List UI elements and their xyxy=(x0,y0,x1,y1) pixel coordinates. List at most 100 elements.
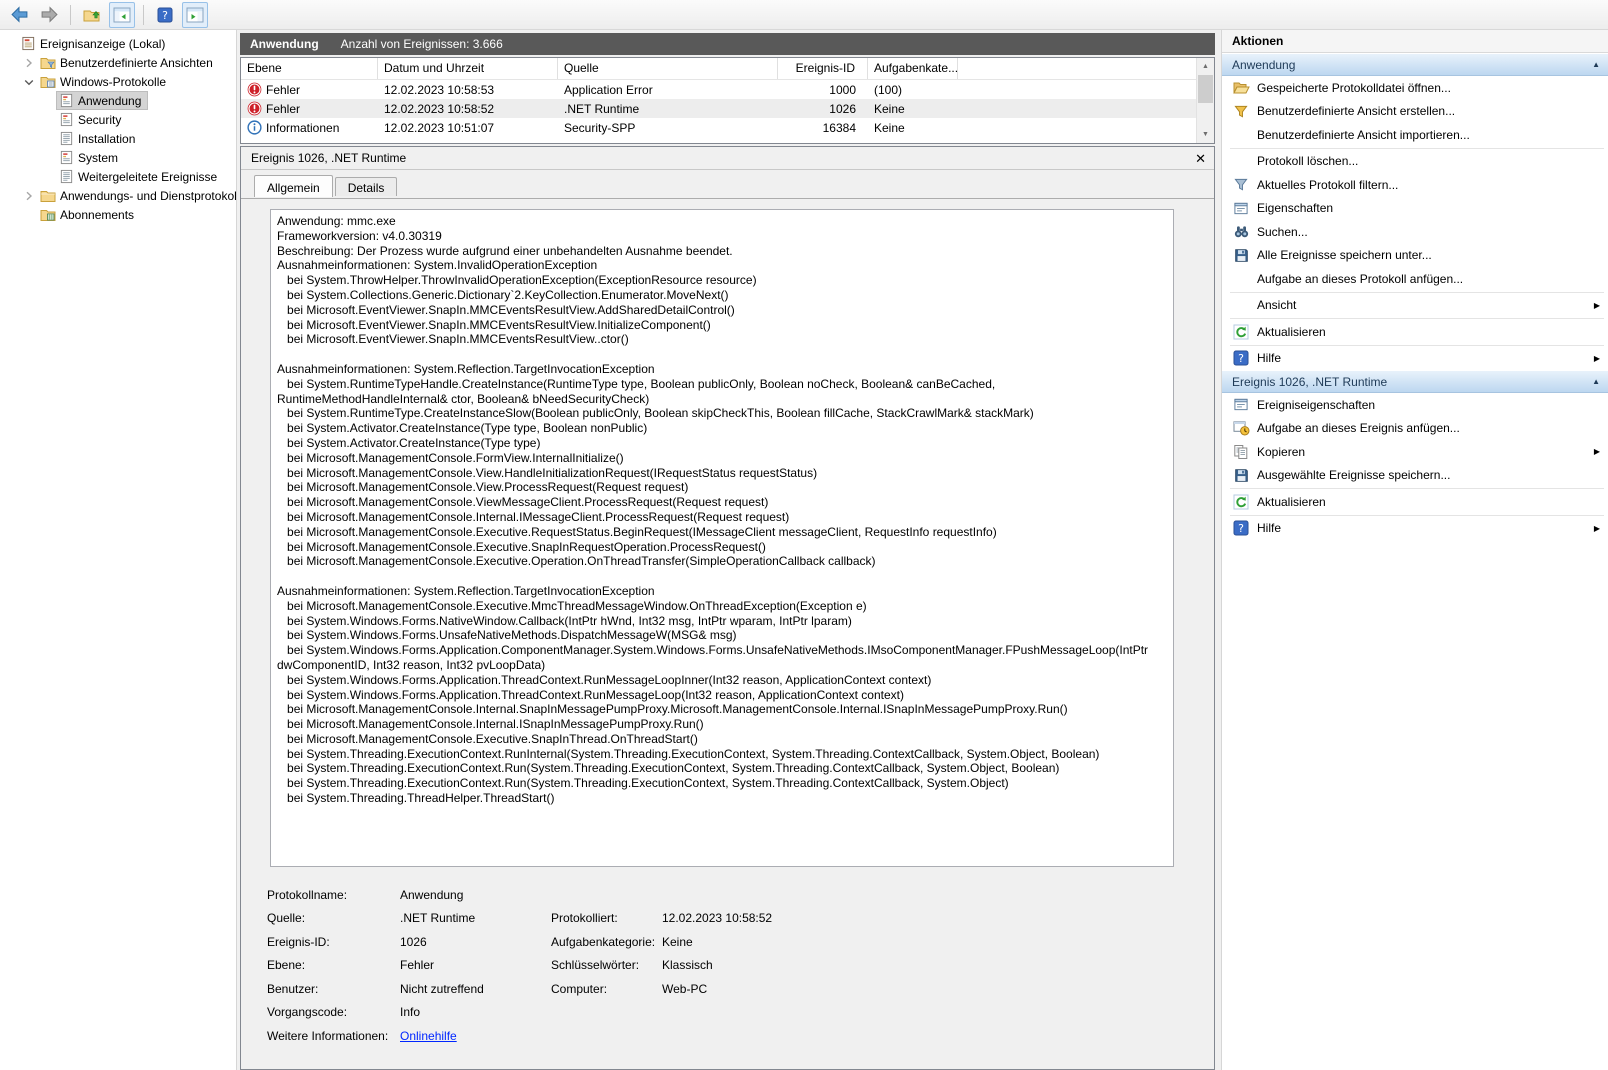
log-icon xyxy=(59,150,74,165)
action-suchen[interactable]: Suchen... xyxy=(1222,220,1608,244)
field-label: Schlüsselwörter: xyxy=(551,958,662,972)
field-label: Benutzer: xyxy=(267,982,400,996)
close-icon[interactable]: ✕ xyxy=(1195,152,1206,165)
task-icon xyxy=(1233,420,1250,436)
action-aktualisieren[interactable]: Aktualisieren xyxy=(1222,320,1608,344)
copy-icon xyxy=(1233,444,1249,460)
action-separator xyxy=(1230,488,1604,489)
actions-body: Anwendung ▲ Gespeicherte Protokolldatei … xyxy=(1222,53,1608,540)
action-benutzerdefinierte-ansicht-erstellen[interactable]: Benutzerdefinierte Ansicht erstellen... xyxy=(1222,100,1608,124)
column-header-ereignis-id[interactable]: Ereignis-ID xyxy=(778,58,868,79)
tab-details[interactable]: Details xyxy=(335,177,398,196)
action-eigenschaften[interactable]: Eigenschaften xyxy=(1222,197,1608,221)
event-preview-pane: Ereignis 1026, .NET Runtime ✕ AllgemeinD… xyxy=(240,146,1215,1070)
forward-button[interactable] xyxy=(36,2,62,28)
actions-pane: Aktionen Anwendung ▲ Gespeicherte Protok… xyxy=(1221,30,1608,1070)
save-icon xyxy=(1234,248,1249,263)
tree-item-weitergeleitete-ereignisse[interactable]: Weitergeleitete Ereignisse xyxy=(0,167,236,186)
back-button[interactable] xyxy=(6,2,32,28)
action-aktuelles-protokoll-filtern[interactable]: Aktuelles Protokoll filtern... xyxy=(1222,173,1608,197)
field-label: Protokolliert: xyxy=(551,911,662,925)
action-aufgabe-an-dieses-ereignis-anfügen[interactable]: Aufgabe an dieses Ereignis anfügen... xyxy=(1222,417,1608,441)
event-viewer-window: ? Ereignisanzeige (Lokal)Benutzerdefinie… xyxy=(0,0,1608,1070)
column-header-aufgabenkate[interactable]: Aufgabenkate... xyxy=(868,58,958,79)
field-value: Onlinehilfe xyxy=(400,1029,551,1043)
help-button[interactable]: ? xyxy=(152,2,178,28)
action-alle-ereignisse-speichern-unter[interactable]: Alle Ereignisse speichern unter... xyxy=(1222,244,1608,268)
action-ereigniseigenschaften[interactable]: Ereigniseigenschaften xyxy=(1222,393,1608,417)
action-hilfe[interactable]: ? Hilfe ▶ xyxy=(1222,347,1608,371)
tree-item-anwendung[interactable]: Anwendung xyxy=(0,91,236,110)
folder-logs-icon xyxy=(40,75,56,89)
actions-title: Aktionen xyxy=(1222,30,1608,53)
scroll-thumb[interactable] xyxy=(1198,75,1213,103)
folder-arrow-icon xyxy=(83,7,101,23)
action-aktualisieren[interactable]: Aktualisieren xyxy=(1222,490,1608,514)
event-row-16384[interactable]: Informationen 12.02.2023 10:51:07 Securi… xyxy=(241,118,1214,137)
action-separator xyxy=(1230,345,1604,346)
field-row-benutzer: Benutzer: Nicht zutreffend Computer: Web… xyxy=(267,977,1197,1001)
event-row-1026[interactable]: Fehler 12.02.2023 10:58:52 .NET Runtime … xyxy=(241,99,1214,118)
scroll-down-icon[interactable]: ▼ xyxy=(1197,126,1214,143)
column-header-ebene[interactable]: Ebene xyxy=(241,58,378,79)
collapse-section-icon[interactable]: ▲ xyxy=(1592,377,1600,386)
center-pane: Anwendung Anzahl von Ereignissen: 3.666 … xyxy=(239,30,1216,1070)
filter-icon xyxy=(1233,177,1249,192)
tree-item-security[interactable]: Security xyxy=(0,110,236,129)
eventvwr-icon xyxy=(21,36,36,51)
open-folder-icon xyxy=(1233,80,1250,95)
show-action-pane-button[interactable] xyxy=(182,2,208,28)
filter-yellow-icon xyxy=(1233,104,1249,119)
event-row-1000[interactable]: Fehler 12.02.2023 10:58:53 Application E… xyxy=(241,80,1214,99)
column-header-quelle[interactable]: Quelle xyxy=(558,58,778,79)
field-row-ebene: Ebene: Fehler Schlüsselwörter: Klassisch xyxy=(267,954,1197,978)
preview-header: Ereignis 1026, .NET Runtime ✕ xyxy=(241,147,1214,170)
action-ausgewählte-ereignisse-speichern[interactable]: Ausgewählte Ereignisse speichern... xyxy=(1222,464,1608,488)
field-value: Anwendung xyxy=(400,888,551,902)
action-section-ereignis-1026-net-runtime[interactable]: Ereignis 1026, .NET Runtime ▲ xyxy=(1222,370,1608,393)
action-hilfe[interactable]: ? Hilfe ▶ xyxy=(1222,517,1608,541)
action-section-anwendung[interactable]: Anwendung ▲ xyxy=(1222,53,1608,76)
action-kopieren[interactable]: Kopieren ▶ xyxy=(1222,440,1608,464)
list-rows: Fehler 12.02.2023 10:58:53 Application E… xyxy=(241,80,1214,137)
field-value: Nicht zutreffend xyxy=(400,982,551,996)
log-plain-icon xyxy=(59,169,74,184)
action-aufgabe-an-dieses-protokoll-anfügen[interactable]: Aufgabe an dieses Protokoll anfügen... xyxy=(1222,267,1608,291)
folder-icon xyxy=(40,189,56,203)
tree-item-windows-protokolle[interactable]: Windows-Protokolle xyxy=(0,72,236,91)
action-benutzerdefinierte-ansicht-importieren[interactable]: Benutzerdefinierte Ansicht importieren..… xyxy=(1222,123,1608,147)
field-label: Ereignis-ID: xyxy=(267,935,400,949)
scroll-up-icon[interactable]: ▲ xyxy=(1197,58,1214,75)
tree-item-benutzerdefinierte-ansichten[interactable]: Benutzerdefinierte Ansichten xyxy=(0,53,236,72)
column-header-datum-und-uhrzeit[interactable]: Datum und Uhrzeit xyxy=(378,58,558,79)
log-titlebar: Anwendung Anzahl von Ereignissen: 3.666 xyxy=(240,33,1215,55)
show-console-tree-button[interactable] xyxy=(109,2,135,28)
action-gespeicherte-protokolldatei-öffnen[interactable]: Gespeicherte Protokolldatei öffnen... xyxy=(1222,76,1608,100)
tree-item-abonnements[interactable]: Abonnements xyxy=(0,205,236,224)
tab-allgemein[interactable]: Allgemein xyxy=(254,175,333,197)
field-value: Keine xyxy=(662,935,1197,949)
expander-collapsed-icon[interactable] xyxy=(21,55,37,71)
field-label: Vorgangscode: xyxy=(267,1005,400,1019)
online-help-link[interactable]: Onlinehilfe xyxy=(400,1029,457,1043)
collapse-section-icon[interactable]: ▲ xyxy=(1592,60,1600,69)
field-value: 1026 xyxy=(400,935,551,949)
properties-icon xyxy=(1233,397,1249,412)
tab-strip: AllgemeinDetails xyxy=(254,177,1214,199)
tree-item-system[interactable]: System xyxy=(0,148,236,167)
tree-item-ereignisanzeige-lokal[interactable]: Ereignisanzeige (Lokal) xyxy=(0,34,236,53)
action-ansicht[interactable]: Ansicht ▶ xyxy=(1222,294,1608,318)
help-icon: ? xyxy=(157,7,173,23)
export-button[interactable] xyxy=(79,2,105,28)
expander-expanded-icon[interactable] xyxy=(21,74,37,90)
field-row-quelle: Quelle: .NET Runtime Protokolliert: 12.0… xyxy=(267,907,1197,931)
tree-item-installation[interactable]: Installation xyxy=(0,129,236,148)
tree-item-anwendungs-und-dienstprotokolle[interactable]: Anwendungs- und Dienstprotokolle xyxy=(0,186,236,205)
list-scrollbar[interactable]: ▲ ▼ xyxy=(1196,58,1214,143)
search-icon xyxy=(1233,224,1250,239)
expander-collapsed-icon[interactable] xyxy=(21,188,37,204)
action-protokoll-löschen[interactable]: Protokoll löschen... xyxy=(1222,150,1608,174)
field-value: Fehler xyxy=(400,958,551,972)
event-description[interactable]: Anwendung: mmc.exe Frameworkversion: v4.… xyxy=(270,209,1174,867)
field-row-ereignis-id: Ereignis-ID: 1026 Aufgabenkategorie: Kei… xyxy=(267,930,1197,954)
